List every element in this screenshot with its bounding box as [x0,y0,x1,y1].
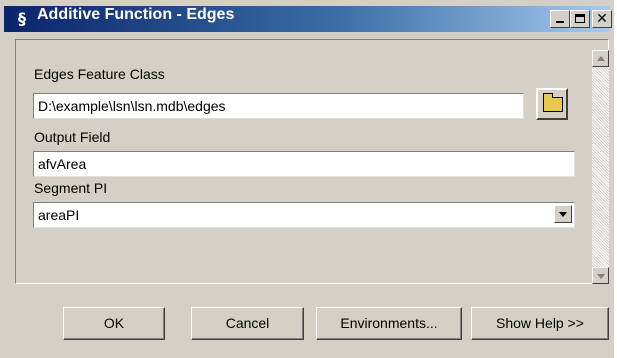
output-field-input[interactable]: afvArea [33,151,575,177]
maximize-button[interactable] [570,10,590,28]
minimize-icon [556,21,564,23]
segment-pi-select[interactable]: areaPI [33,202,575,228]
segment-pi-label: Segment PI [34,180,108,196]
edges-feature-class-label: Edges Feature Class [34,66,165,82]
arrow-down-icon [597,274,605,279]
title-bar[interactable]: § Additive Function - Edges ✕ [4,6,612,32]
window-title: Additive Function - Edges [37,6,235,23]
vertical-scrollbar[interactable] [592,50,609,284]
arrow-up-icon [597,56,605,61]
output-field-label: Output Field [34,129,111,145]
maximize-icon [575,14,585,23]
show-help-button[interactable]: Show Help >> [471,307,609,340]
chevron-down-icon [559,212,567,217]
scroll-up-button[interactable] [592,50,609,67]
segment-pi-value: areaPI [38,207,80,223]
script-tool-icon: § [18,9,26,28]
ok-button[interactable]: OK [63,307,165,340]
edges-feature-class-input[interactable]: D:\example\lsn\lsn.mdb\edges [33,93,524,119]
close-icon: ✕ [596,11,608,27]
dropdown-button[interactable] [554,205,572,223]
environments-button[interactable]: Environments... [316,307,462,340]
scroll-down-button[interactable] [592,267,609,284]
cancel-button[interactable]: Cancel [191,307,304,340]
open-folder-icon [543,93,563,112]
browse-button[interactable] [536,88,568,120]
minimize-button[interactable] [550,10,570,28]
tool-dialog: § Additive Function - Edges ✕ Edges Feat… [0,0,614,358]
close-button[interactable]: ✕ [592,10,612,28]
